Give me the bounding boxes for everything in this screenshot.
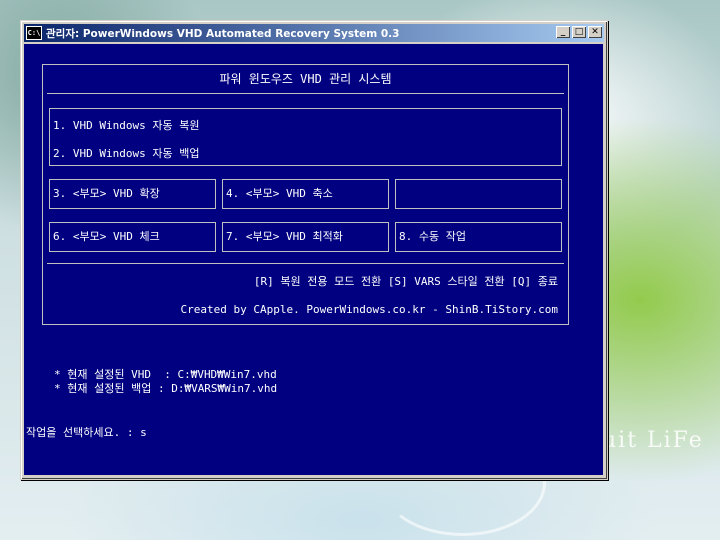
window-title: 관리자: PowerWindows VHD Automated Recovery… (46, 27, 400, 40)
window-controls: _ □ ✕ (554, 26, 602, 38)
minimize-button[interactable]: _ (556, 26, 570, 38)
menu-item-manual: 8. 수동 작업 (395, 222, 562, 252)
console-icon[interactable]: C:\ (26, 26, 42, 40)
title-bar[interactable]: C:\ 관리자: PowerWindows VHD Automated Reco… (24, 24, 604, 42)
menu-item-optimize: 7. <부모> VHD 최적화 (222, 222, 389, 252)
maximize-button[interactable]: □ (572, 26, 586, 38)
option-keys: [R] 복원 전용 모드 전환 [S] VARS 스타일 전환 [Q] 종료 (253, 275, 558, 288)
menu-item-empty (395, 179, 562, 209)
input-prompt[interactable]: 작업을 선택하세요. : s (26, 424, 147, 440)
console-area[interactable]: 파워 윈도우즈 VHD 관리 시스템 1. VHD Windows 자동 복원 … (24, 44, 603, 475)
console-window[interactable]: C:\ 관리자: PowerWindows VHD Automated Reco… (20, 20, 608, 480)
menu-item-shrink: 4. <부모> VHD 축소 (222, 179, 389, 209)
credits-text: Created by CApple. PowerWindows.co.kr - … (180, 303, 559, 316)
divider-top (47, 93, 564, 94)
menu-item-restore: 1. VHD Windows 자동 복원 (53, 119, 200, 132)
wallpaper-text: uit LiFe (602, 428, 704, 453)
menu-item-expand: 3. <부모> VHD 확장 (49, 179, 216, 209)
current-backup-line: * 현재 설정된 백업 : D:₩VARS₩Win7.vhd (54, 382, 278, 395)
menu-box-main: 1. VHD Windows 자동 복원 2. VHD Windows 자동 백… (49, 108, 562, 166)
close-button[interactable]: ✕ (588, 26, 602, 38)
menu-item-check: 6. <부모> VHD 체크 (49, 222, 216, 252)
menu-title: 파워 윈도우즈 VHD 관리 시스템 (219, 72, 392, 86)
divider-bottom (47, 263, 564, 264)
menu-item-backup: 2. VHD Windows 자동 백업 (53, 147, 200, 160)
menu-frame: 파워 윈도우즈 VHD 관리 시스템 1. VHD Windows 자동 복원 … (42, 64, 569, 325)
